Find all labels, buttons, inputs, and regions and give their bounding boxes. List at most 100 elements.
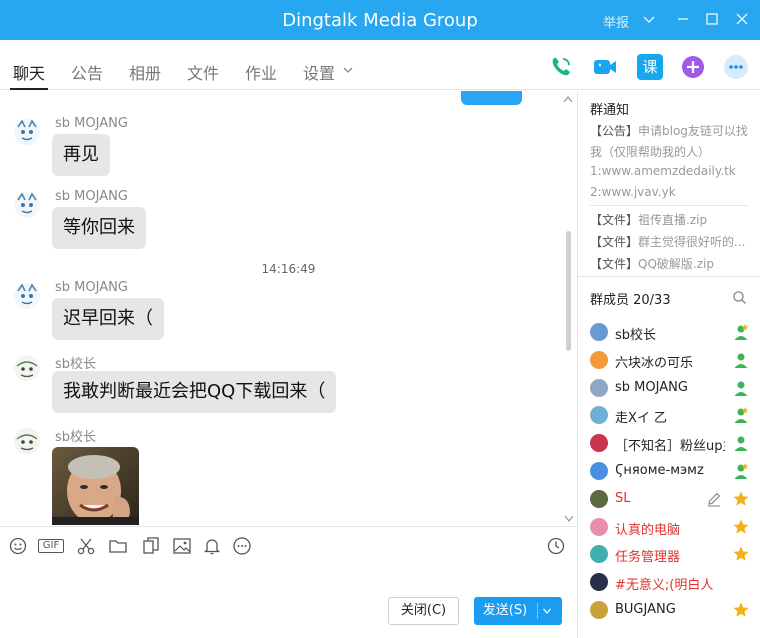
- own-message-bubble: [461, 91, 522, 105]
- file-item[interactable]: 【文件】祖传直播.zip: [590, 211, 707, 228]
- tab-files[interactable]: 文件: [187, 60, 219, 84]
- video-camera-icon[interactable]: [592, 54, 618, 80]
- plus-icon[interactable]: [680, 54, 706, 80]
- message-bubble[interactable]: 迟早回来（: [52, 298, 164, 340]
- group-info-panel: 群通知 【公告】申请blog友链可以找 我（仅限帮助我的人） 1:www.ame…: [577, 91, 760, 638]
- member-badge-icon: [734, 381, 748, 396]
- star-icon: [733, 602, 749, 617]
- more-circle-icon[interactable]: [232, 536, 252, 556]
- avatar[interactable]: [12, 353, 42, 383]
- gif-icon[interactable]: GIF: [38, 539, 64, 553]
- star-icon: [733, 546, 749, 561]
- close-button[interactable]: 关闭(C): [388, 597, 459, 625]
- member-row[interactable]: SL: [590, 488, 758, 510]
- member-avatar[interactable]: [590, 601, 608, 619]
- divider: [590, 205, 748, 206]
- message-list[interactable]: sb MOJANG 再见 sb MOJANG 等你回来 14:16:49 sb …: [0, 91, 577, 525]
- more-icon[interactable]: [723, 54, 749, 80]
- notice-item: 我（仅限帮助我的人）: [590, 145, 711, 159]
- member-row[interactable]: 走Xイ 乙: [590, 404, 758, 426]
- member-avatar[interactable]: [590, 350, 608, 369]
- member-avatar[interactable]: [590, 545, 608, 564]
- search-icon[interactable]: [732, 290, 747, 305]
- report-link[interactable]: 举报: [603, 12, 629, 31]
- notice-item[interactable]: 【公告】申请blog友链可以找: [590, 122, 748, 139]
- edit-icon[interactable]: [706, 491, 722, 507]
- tab-homework[interactable]: 作业: [245, 60, 277, 84]
- bell-icon[interactable]: [202, 536, 222, 556]
- files-icon[interactable]: [141, 536, 161, 556]
- close-icon[interactable]: [734, 11, 750, 27]
- member-row[interactable]: #无意义;(明白人: [590, 571, 758, 593]
- member-name: 认真的电脑: [615, 522, 681, 538]
- folder-icon[interactable]: [108, 536, 128, 556]
- member-row[interactable]: 任务管理器: [590, 543, 758, 565]
- member-row[interactable]: 六块冰の可乐: [590, 349, 758, 371]
- member-avatar[interactable]: [590, 434, 608, 453]
- message-sender: sb校长: [55, 430, 97, 445]
- member-badge-icon: [734, 353, 748, 368]
- image-message[interactable]: [52, 447, 139, 525]
- member-row[interactable]: sb MOJANG: [590, 377, 758, 399]
- history-clock-icon[interactable]: [546, 536, 566, 556]
- member-name: 任务管理器: [615, 550, 681, 566]
- phone-icon[interactable]: [548, 54, 574, 80]
- chevron-down-icon[interactable]: [342, 64, 354, 76]
- member-avatar[interactable]: [590, 517, 608, 536]
- chevron-down-icon[interactable]: [542, 606, 552, 616]
- message-bubble[interactable]: 我敢判断最近会把QQ下载回来（: [52, 371, 337, 413]
- member-avatar[interactable]: [590, 406, 608, 425]
- member-name: 走Xイ 乙: [615, 411, 668, 427]
- notice-item: 1:www.amemzdedaily.tk: [590, 164, 736, 178]
- send-button[interactable]: 发送(S): [474, 597, 562, 625]
- member-avatar[interactable]: [590, 573, 608, 592]
- message-sender: sb MOJANG: [55, 280, 128, 295]
- minimize-icon[interactable]: [675, 11, 691, 27]
- chevron-up-icon[interactable]: [562, 94, 574, 104]
- member-row[interactable]: BUGJANG: [590, 599, 758, 621]
- member-name: #无意义;(明白人: [615, 578, 714, 594]
- tab-announcements[interactable]: 公告: [71, 60, 103, 84]
- tab-settings[interactable]: 设置: [303, 60, 335, 84]
- avatar[interactable]: [12, 117, 42, 147]
- member-row[interactable]: 认真的电脑: [590, 516, 758, 538]
- member-badge-icon: [734, 436, 748, 452]
- file-item[interactable]: 【文件】群主觉得很好听的...: [590, 233, 745, 250]
- avatar[interactable]: [12, 190, 42, 220]
- avatar[interactable]: [12, 281, 42, 311]
- member-avatar[interactable]: [590, 378, 608, 397]
- message-bubble[interactable]: 等你回来: [52, 207, 146, 249]
- member-avatar[interactable]: [590, 462, 608, 480]
- members-title: 群成员 20/33: [590, 293, 671, 308]
- scissors-icon[interactable]: [76, 536, 96, 556]
- member-name: Ϛняоме-мэмz: [615, 463, 704, 478]
- file-item[interactable]: 【文件】QQ破解版.zip: [590, 255, 714, 272]
- member-row[interactable]: Ϛняоме-мэмz: [590, 460, 758, 482]
- avatar[interactable]: [12, 426, 42, 456]
- message-bubble[interactable]: 再见: [52, 134, 110, 176]
- admin-badge-icon: [734, 407, 749, 424]
- send-button-label: 发送(S): [482, 603, 528, 618]
- chevron-down-icon[interactable]: [563, 513, 575, 523]
- chevron-down-icon[interactable]: [641, 11, 657, 27]
- star-icon: [733, 519, 749, 534]
- member-row[interactable]: sb校长: [590, 321, 758, 343]
- message-sender: sb MOJANG: [55, 116, 128, 131]
- class-icon[interactable]: 课: [637, 54, 663, 80]
- message-sender: sb校长: [55, 357, 97, 372]
- notice-title: 群通知: [590, 103, 630, 118]
- tab-album[interactable]: 相册: [129, 60, 161, 84]
- scrollbar[interactable]: [566, 231, 571, 351]
- member-avatar[interactable]: [590, 489, 608, 508]
- emoji-icon[interactable]: [8, 536, 28, 556]
- tab-chat[interactable]: 聊天: [13, 60, 45, 84]
- active-tab-indicator: [10, 88, 48, 90]
- maximize-icon[interactable]: [704, 11, 720, 27]
- member-name: 六块冰の可乐: [615, 355, 694, 371]
- image-icon[interactable]: [172, 536, 192, 556]
- member-row[interactable]: ［不知名］粉丝up主: [590, 432, 758, 454]
- star-icon: [733, 491, 749, 506]
- divider: [578, 276, 760, 277]
- member-avatar[interactable]: [590, 323, 608, 341]
- admin-badge-icon: [734, 463, 749, 479]
